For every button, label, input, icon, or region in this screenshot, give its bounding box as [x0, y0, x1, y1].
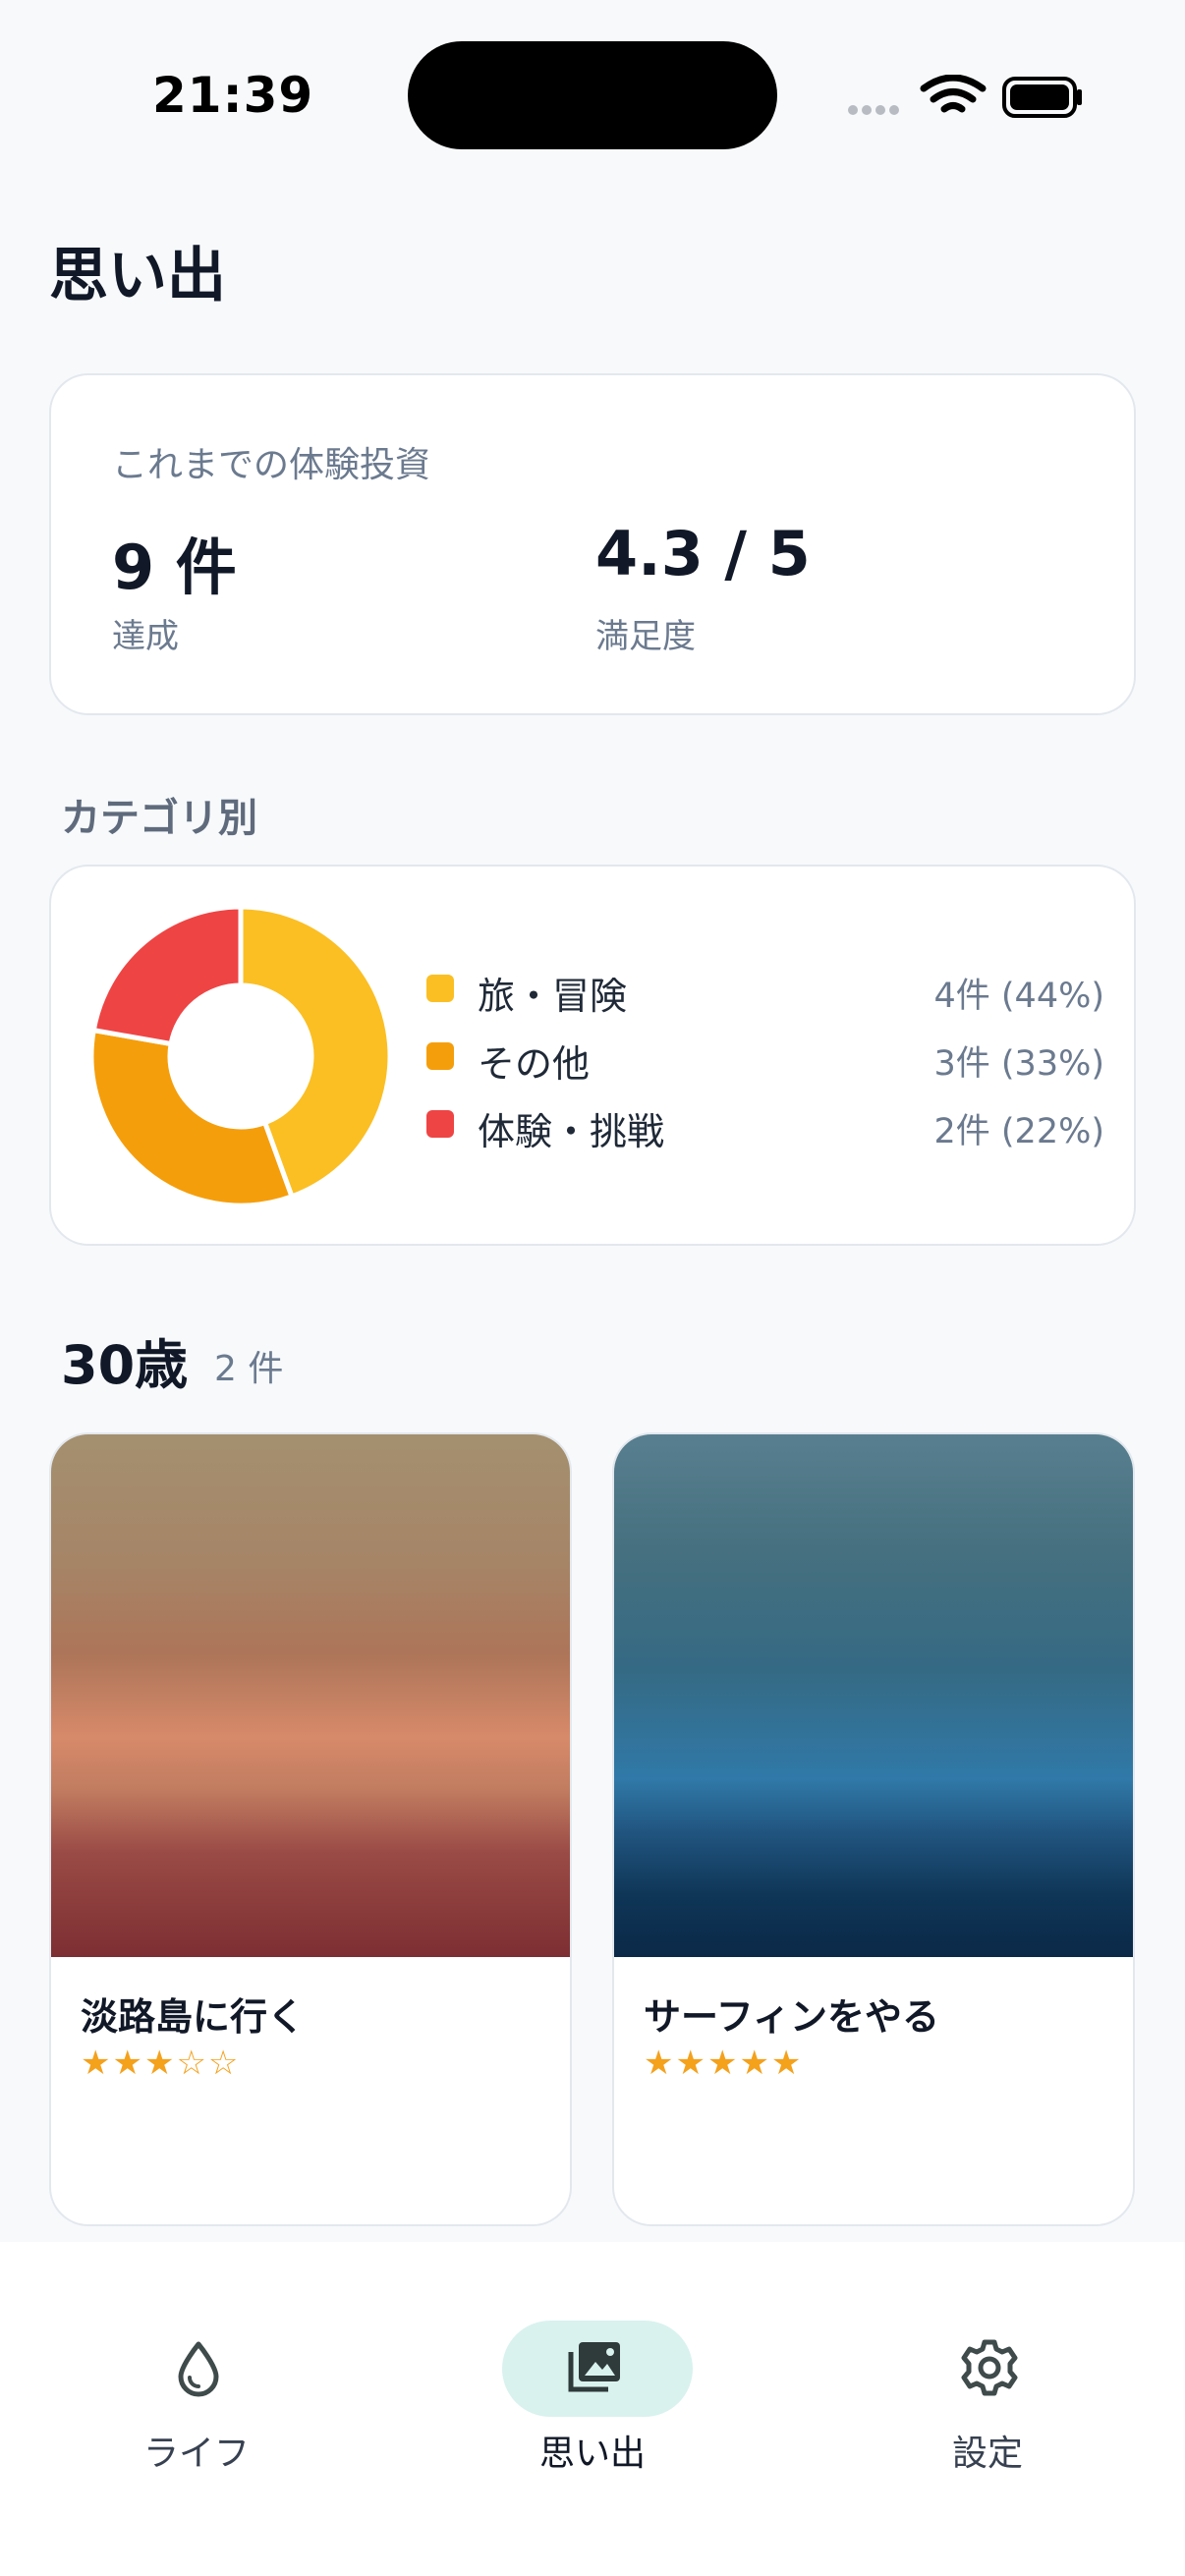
tab-settings[interactable]: 設定	[840, 2281, 1135, 2474]
achieved-count: 9 件	[112, 532, 237, 603]
memory-card[interactable]: サーフィンをやる ★★★★★	[612, 1432, 1135, 2226]
age-group-count: 2 件	[214, 1349, 284, 1389]
category-section-title: カテゴリ別	[61, 796, 257, 841]
page-title: 思い出	[49, 242, 226, 310]
age-group-title: 30歳	[61, 1334, 189, 1396]
achieved-label: 達成	[112, 617, 179, 656]
gear-icon	[961, 2339, 1018, 2396]
tab-memories[interactable]: 思い出	[445, 2281, 740, 2474]
category-donut-chart	[88, 904, 393, 1208]
status-indicators	[847, 74, 1083, 120]
legend-name: 体験・挑戦	[478, 1110, 665, 1153]
satisfaction-label: 満足度	[595, 617, 696, 656]
star-rating: ★★★★★	[644, 2044, 804, 2083]
legend-item: 旅・冒険 4件 (44%)	[426, 961, 1105, 1018]
category-card: 旅・冒険 4件 (44%) その他 3件 (33%) 体験・挑戦 2件 (22%…	[49, 865, 1136, 1246]
legend-value: 2件 (22%)	[933, 1112, 1105, 1151]
tab-label: 設定	[951, 2434, 1023, 2474]
donut-slice	[88, 1027, 296, 1208]
dynamic-island	[408, 41, 777, 149]
memory-title: サーフィンをやる	[644, 1995, 939, 2039]
memories-screen: 21:39 思い出 これまでの体験投資 9 件 達成 4.3 / 5 満足度 カ…	[0, 0, 1185, 2576]
memory-photo	[51, 1434, 570, 1957]
photo-library-icon	[568, 2342, 620, 2392]
tab-label: ライフ	[142, 2434, 250, 2474]
memory-title: 淡路島に行く	[81, 1995, 306, 2039]
memory-photo	[614, 1434, 1133, 1957]
tab-bar: ライフ 思い出 設定	[0, 2242, 1185, 2576]
summary-label: これまでの体験投資	[112, 445, 431, 485]
legend-swatch	[426, 1110, 454, 1138]
signal-icon	[848, 105, 899, 115]
legend-value: 4件 (44%)	[933, 977, 1105, 1016]
status-time: 21:39	[152, 67, 314, 124]
battery-icon	[1002, 77, 1082, 118]
legend-swatch	[426, 1042, 454, 1070]
legend-name: 旅・冒険	[478, 975, 628, 1018]
satisfaction-score: 4.3 / 5	[595, 518, 811, 589]
legend-item: 体験・挑戦 2件 (22%)	[426, 1096, 1105, 1153]
memory-card[interactable]: 淡路島に行く ★★★☆☆	[49, 1432, 572, 2226]
tab-label: 思い出	[538, 2434, 646, 2474]
drop-icon	[178, 2341, 219, 2397]
tab-life[interactable]: ライフ	[49, 2281, 344, 2474]
legend-value: 3件 (33%)	[933, 1044, 1105, 1084]
star-rating: ★★★☆☆	[81, 2044, 241, 2083]
legend-name: その他	[478, 1042, 591, 1086]
legend-swatch	[426, 975, 454, 1002]
wifi-icon	[920, 74, 987, 113]
legend-item: その他 3件 (33%)	[426, 1029, 1105, 1086]
summary-card: これまでの体験投資 9 件 達成 4.3 / 5 満足度	[49, 373, 1136, 715]
donut-slice	[90, 904, 244, 1047]
